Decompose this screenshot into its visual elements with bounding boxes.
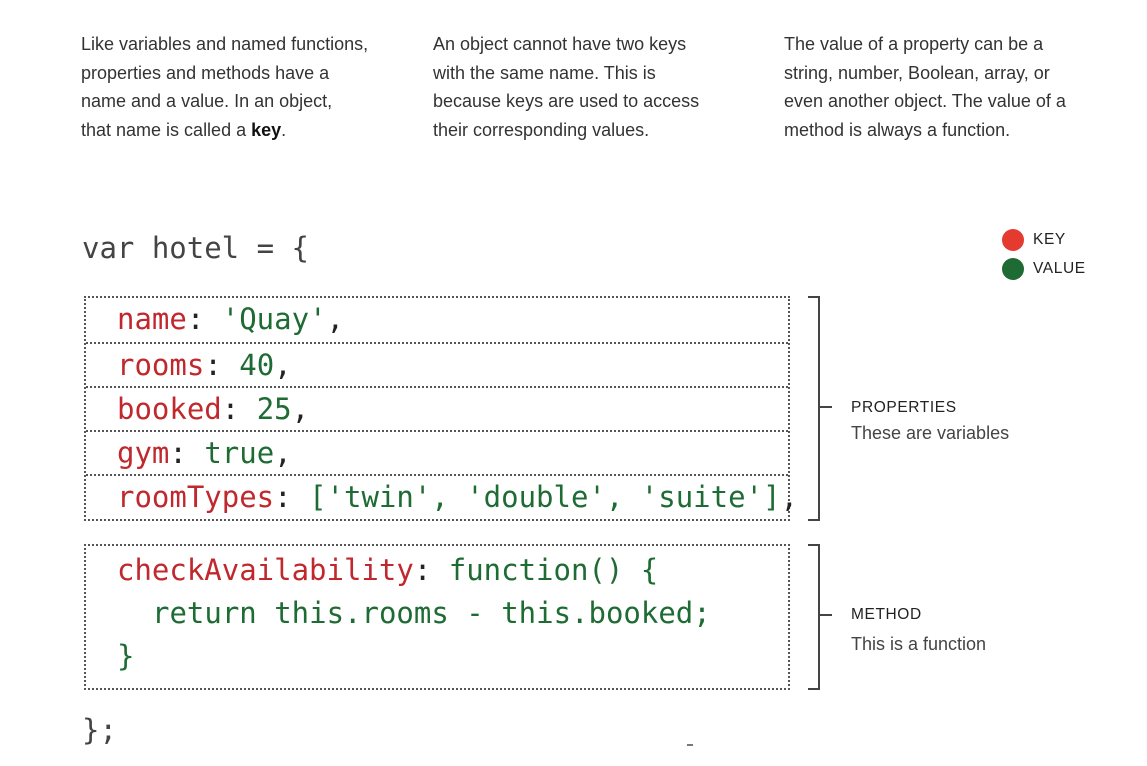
intro-column-unique-keys: An object cannot have two keys with the … <box>433 30 763 144</box>
text-line: An object cannot have two keys <box>433 34 687 54</box>
method-close-brace: } <box>117 639 135 673</box>
property-value: 40 <box>239 348 275 382</box>
properties-subtitle: These are variables <box>851 423 1010 443</box>
open-brace: { <box>291 231 309 265</box>
key-term: key <box>251 119 282 140</box>
text-line: properties and methods have a <box>81 62 330 83</box>
method-body: return this.rooms - this.booked; <box>152 596 711 630</box>
text-line: because keys are used to access <box>433 91 700 111</box>
code-open-line: var hotel = { <box>82 230 309 266</box>
property-row: roomTypes: ['twin', 'double', 'suite'], <box>86 474 798 518</box>
property-key: roomTypes <box>117 480 275 514</box>
property-value: 'Quay' <box>221 302 327 336</box>
properties-heading: PROPERTIES <box>851 399 957 416</box>
comma: , <box>291 392 310 426</box>
text-line: The value of a property can be a <box>784 34 1044 54</box>
properties-box: name: 'Quay', rooms: 40, booked: 25, gym… <box>84 296 798 521</box>
method-heading: METHOD <box>851 606 922 623</box>
text-fragment: that name is called a <box>81 119 252 140</box>
property-value: 25 <box>256 392 292 426</box>
code-close-line: }; <box>82 713 117 747</box>
scan-mark <box>687 744 693 746</box>
method-bracket <box>808 544 820 690</box>
text-line: Like variables and named functions, <box>81 34 369 54</box>
var-declaration: var hotel <box>82 231 240 265</box>
legend-value-label: VALUE <box>1033 260 1086 277</box>
comma: , <box>274 436 292 470</box>
property-key: booked <box>117 392 222 426</box>
assign-operator: = <box>239 231 292 265</box>
method-subtitle: This is a function <box>851 634 987 654</box>
method-box: checkAvailability: function() { return t… <box>84 544 790 690</box>
comma: , <box>326 302 344 336</box>
text-line: string, number, Boolean, array, or <box>784 62 1050 83</box>
method-signature: function() { <box>448 553 659 587</box>
property-value: true <box>204 436 275 470</box>
value-color-dot <box>1002 258 1024 280</box>
properties-bracket <box>808 296 820 521</box>
property-key: gym <box>117 436 170 470</box>
method-key: checkAvailability <box>117 553 414 587</box>
comma: , <box>780 480 798 514</box>
text-line: method is always a function. <box>784 119 1011 140</box>
property-key: rooms <box>117 348 205 382</box>
key-separator: : <box>186 302 222 336</box>
property-value: ['twin', 'double', 'suite'] <box>309 480 781 514</box>
text-line: name and a value. In an object, <box>81 91 333 111</box>
method-bracket-tick <box>820 614 832 616</box>
method-line-1: checkAvailability: function() { <box>117 552 658 588</box>
text-line: with the same name. This is <box>433 62 656 83</box>
property-row: booked: 25, <box>86 386 788 430</box>
property-row: gym: true, <box>86 430 788 474</box>
property-row: rooms: 40, <box>86 342 788 386</box>
intro-column-values: The value of a property can be a string,… <box>784 30 1114 144</box>
comma: , <box>274 348 292 382</box>
text-line: even another object. The value of a <box>784 91 1066 111</box>
property-key: name <box>117 302 187 336</box>
key-color-dot <box>1002 229 1024 251</box>
key-separator: : <box>274 480 310 514</box>
key-separator: : <box>169 436 205 470</box>
text-line: that name is called a key. <box>81 116 411 145</box>
text-fragment: . <box>281 119 287 140</box>
key-separator: : <box>221 392 257 426</box>
legend-key-label: KEY <box>1033 231 1066 248</box>
text-line: their corresponding values. <box>433 119 650 140</box>
key-separator: : <box>413 553 449 587</box>
intro-column-keys: Like variables and named functions, prop… <box>81 30 411 144</box>
key-separator: : <box>204 348 240 382</box>
property-row: name: 'Quay', <box>86 298 788 342</box>
properties-bracket-tick <box>820 406 832 408</box>
